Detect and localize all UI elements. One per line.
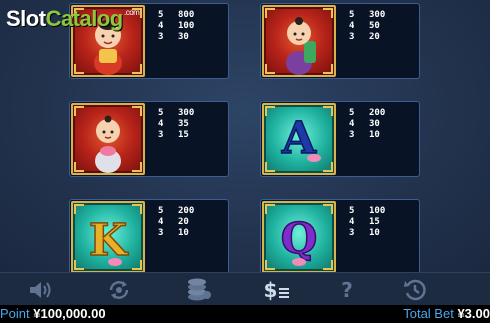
payout-value: 20 <box>178 217 189 227</box>
paytable-card-baby-lotus: 5 300 4 35 3 15 <box>69 101 229 177</box>
payout-value: 200 <box>178 206 195 216</box>
payout-value: 50 <box>369 21 380 31</box>
payout-row: 3 30 <box>158 32 218 43</box>
slotcatalog-watermark: SlotCatalog .com <box>6 6 140 40</box>
letter-a-lotus-icon: A <box>262 103 336 175</box>
match-count: 4 <box>158 217 164 227</box>
payout-row: 5 100 <box>349 206 409 217</box>
match-count: 4 <box>158 119 164 129</box>
autoplay-button[interactable] <box>104 277 134 302</box>
payout-value: 10 <box>369 228 380 238</box>
match-count: 5 <box>349 108 355 118</box>
match-count: 5 <box>349 10 355 20</box>
payout-list: 5 300 4 50 3 20 <box>349 10 409 43</box>
payout-list: 5 200 4 20 3 10 <box>158 206 218 239</box>
total-bet-value: ¥3.00 <box>457 306 490 321</box>
payout-row: 4 20 <box>158 217 218 228</box>
total-bet: Total Bet ¥3.00 <box>403 305 490 323</box>
payout-row: 3 15 <box>158 130 218 141</box>
paytable-lines-icon <box>279 287 290 298</box>
history-button[interactable] <box>400 277 430 302</box>
watermark-slot-text: Slot <box>6 6 46 31</box>
payout-row: 4 35 <box>158 119 218 130</box>
payout-list: 5 100 4 15 3 10 <box>349 206 409 239</box>
payout-row: 4 15 <box>349 217 409 228</box>
match-count: 5 <box>349 206 355 216</box>
payout-value: 35 <box>178 119 189 129</box>
match-count: 3 <box>158 228 164 238</box>
history-clock-icon <box>404 279 426 300</box>
payout-row: 3 10 <box>158 228 218 239</box>
payout-value: 800 <box>178 10 195 20</box>
payout-value: 20 <box>369 32 380 42</box>
payout-value: 15 <box>178 130 189 140</box>
payout-value: 100 <box>178 21 195 31</box>
question-mark-icon: ? <box>341 277 353 302</box>
autoplay-cycle-icon <box>109 280 129 299</box>
paytable-button[interactable]: $ <box>262 277 292 302</box>
match-count: 4 <box>349 119 355 129</box>
baby-holding-lotus-icon <box>71 103 145 175</box>
payout-list: 5 300 4 35 3 15 <box>158 108 218 141</box>
match-count: 5 <box>158 10 164 20</box>
payout-row: 4 50 <box>349 21 409 32</box>
chip-stack-icon <box>188 278 211 300</box>
status-bar: Point ¥100,000.00 Total Bet ¥3.00 <box>0 305 490 323</box>
paytable-card-letter-a: A 5 200 4 30 3 10 <box>260 101 420 177</box>
payout-list: 5 200 4 30 3 10 <box>349 108 409 141</box>
match-count: 4 <box>349 217 355 227</box>
paytable-card-letter-q: Q 5 100 4 15 3 10 <box>260 199 420 275</box>
payout-row: 5 800 <box>158 10 218 21</box>
payout-value: 300 <box>369 10 386 20</box>
payout-row: 4 100 <box>158 21 218 32</box>
paytable-card-letter-k: K 5 200 4 20 3 10 <box>69 199 229 275</box>
watermark-catalog-text: Catalog <box>45 6 124 31</box>
point-balance: Point ¥100,000.00 <box>0 305 106 323</box>
tile-letter-k: K <box>89 215 129 266</box>
bet-chips-button[interactable] <box>184 277 214 302</box>
payout-list: 5 800 4 100 3 30 <box>158 10 218 43</box>
payout-row: 5 300 <box>349 10 409 21</box>
match-count: 4 <box>349 21 355 31</box>
speaker-icon <box>30 281 51 298</box>
payout-value: 15 <box>369 217 380 227</box>
payout-row: 4 30 <box>349 119 409 130</box>
match-count: 3 <box>158 32 164 42</box>
match-count: 5 <box>158 108 164 118</box>
payout-row: 5 200 <box>349 108 409 119</box>
paytable-dollar-icon: $ <box>263 277 278 302</box>
tile-letter-q: Q <box>281 214 318 263</box>
payout-row: 3 10 <box>349 130 409 141</box>
point-label: Point <box>0 306 30 321</box>
match-count: 3 <box>349 32 355 42</box>
payout-value: 10 <box>178 228 189 238</box>
payout-value: 300 <box>178 108 195 118</box>
payout-value: 30 <box>369 119 380 129</box>
payout-row: 5 200 <box>158 206 218 217</box>
payout-value: 100 <box>369 206 386 216</box>
payout-value: 30 <box>178 32 189 42</box>
match-count: 5 <box>158 206 164 216</box>
match-count: 4 <box>158 21 164 31</box>
point-value: ¥100,000.00 <box>33 306 106 321</box>
payout-value: 10 <box>369 130 380 140</box>
payout-row: 5 300 <box>158 108 218 119</box>
sound-button[interactable] <box>26 277 56 302</box>
watermark-com-text: .com <box>124 8 140 17</box>
paytable-card-baby-cabbage: 5 300 4 50 3 20 <box>260 3 420 79</box>
baby-holding-jade-cabbage-icon <box>262 5 336 77</box>
payout-value: 200 <box>369 108 386 118</box>
letter-q-lotus-icon: Q <box>262 201 336 273</box>
total-bet-label: Total Bet <box>403 306 454 321</box>
help-button[interactable]: ? <box>332 277 362 302</box>
match-count: 3 <box>349 228 355 238</box>
game-toolbar: $ ? <box>0 272 490 306</box>
letter-k-lotus-icon: K <box>71 201 145 273</box>
match-count: 3 <box>158 130 164 140</box>
payout-row: 3 10 <box>349 228 409 239</box>
match-count: 3 <box>349 130 355 140</box>
payout-row: 3 20 <box>349 32 409 43</box>
